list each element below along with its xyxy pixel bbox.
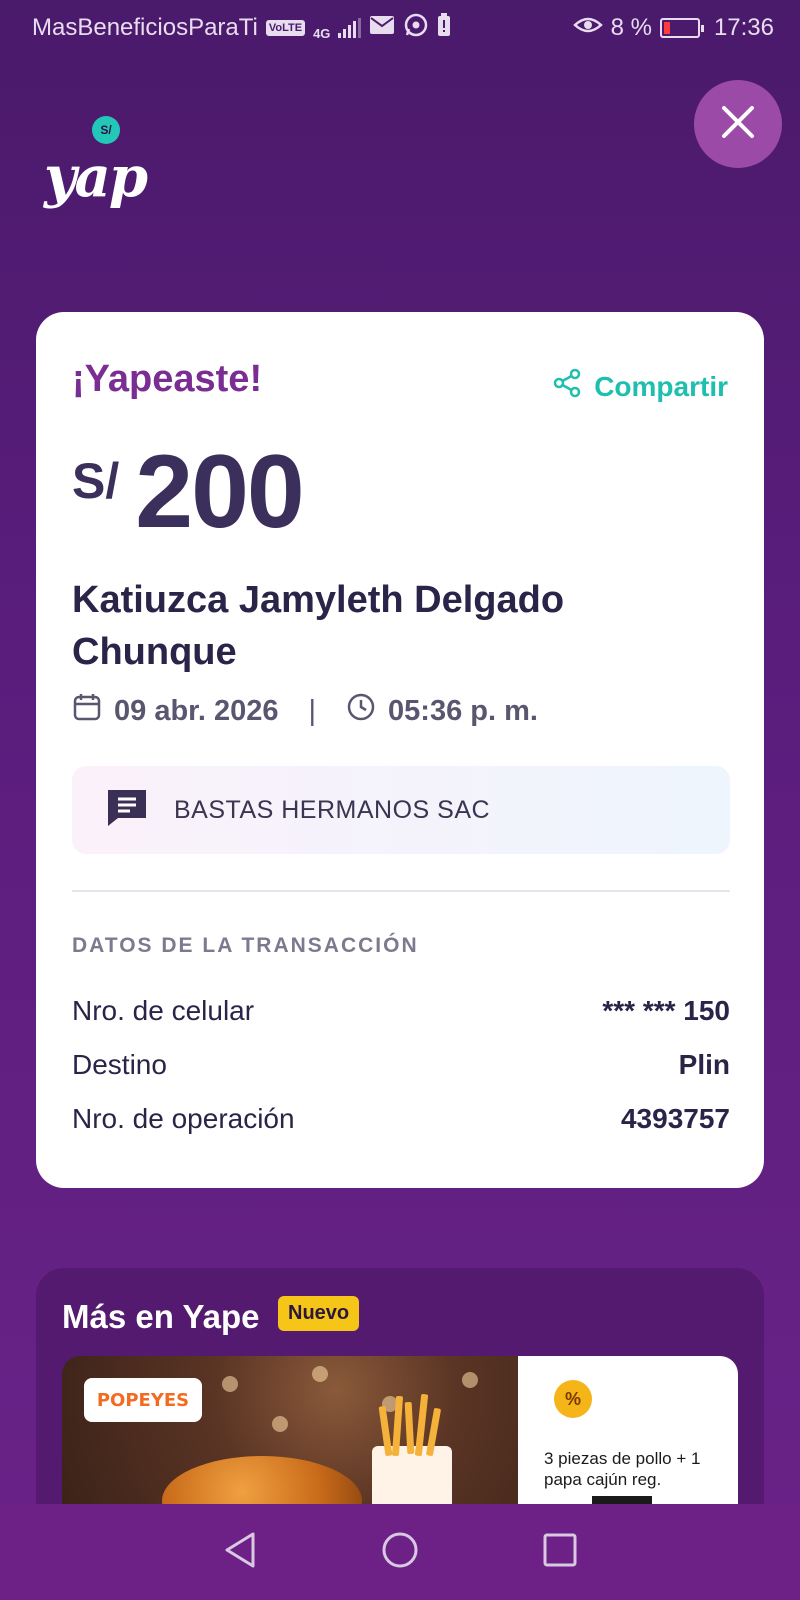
logo-bubble: S/ [92, 116, 120, 144]
recents-icon [543, 1533, 577, 1572]
merchant-box: BASTAS HERMANOS SAC [72, 766, 730, 854]
clock-icon [346, 692, 376, 730]
amount: S/ 200 [72, 434, 305, 550]
detail-label: Nro. de celular [72, 995, 255, 1026]
promo-info: % 3 piezas de pollo + 1 papa cajún reg. [518, 1356, 738, 1528]
detail-row: Nro. de operación 4393757 [72, 1092, 730, 1146]
new-badge: Nuevo [278, 1296, 360, 1331]
detail-value: *** *** 150 [602, 995, 730, 1026]
section-title: DATOS DE LA TRANSACCIÓN [72, 934, 419, 957]
divider [72, 890, 730, 892]
more-title: Más en Yape [62, 1298, 260, 1335]
discount-icon: % [554, 1380, 592, 1418]
close-icon [720, 104, 756, 145]
battery-icon [659, 18, 704, 38]
receipt-card: ¡Yapeaste! Compartir S/ 200 Katiuzca Jam… [36, 312, 764, 1188]
transaction-time: 05:36 p. m. [388, 694, 538, 727]
clock: 17:36 [713, 14, 774, 41]
detail-value: 4393757 [620, 1103, 730, 1134]
transaction-date: 09 abr. 2026 [114, 694, 279, 727]
signal-icon [338, 18, 362, 38]
transaction-datetime: 09 abr. 2026 | 05:36 p. m. [72, 692, 538, 730]
recipient-name: Katiuzca Jamyleth Delgado Chunque [72, 579, 565, 673]
back-button[interactable] [216, 1528, 264, 1576]
promo-image: POPEYES [62, 1356, 518, 1528]
home-button[interactable] [376, 1528, 424, 1576]
merchant-name: BASTAS HERMANOS SAC [174, 795, 491, 824]
carrier-name: MasBeneficiosParaTi [32, 14, 258, 41]
detail-row: Nro. de celular *** *** 150 [72, 984, 730, 1038]
status-left: MasBeneficiosParaTi VoLTE 4G [32, 12, 451, 45]
whatsapp-icon [403, 12, 429, 45]
status-bar: MasBeneficiosParaTi VoLTE 4G 8 % 17:36 [0, 0, 800, 56]
detail-label: Destino [72, 1049, 167, 1080]
receipt-title: ¡Yapeaste! [72, 358, 263, 400]
network-type: 4G [313, 25, 331, 41]
more-in-yape-section: Más en Yape Nuevo POPEYES % 3 piezas de … [36, 1268, 764, 1528]
transaction-details: Nro. de celular *** *** 150 Destino Plin… [72, 984, 730, 1146]
battery-percent: 8 % [610, 14, 652, 41]
battery-alert-icon [437, 12, 451, 44]
share-label: Compartir [594, 370, 728, 402]
amount-currency: S/ [72, 453, 120, 509]
popeyes-logo: POPEYES [84, 1378, 202, 1422]
datetime-separator: | [308, 694, 317, 727]
back-icon [223, 1531, 257, 1574]
receipt-icon [104, 788, 150, 833]
amount-value: 200 [135, 434, 305, 550]
share-button[interactable]: Compartir [552, 368, 728, 405]
promo-card[interactable]: POPEYES % 3 piezas de pollo + 1 papa caj… [62, 1356, 738, 1528]
yape-logo: S/ yap [44, 116, 154, 236]
navigation-bar [0, 1504, 800, 1600]
calendar-icon [72, 692, 102, 730]
close-button[interactable] [694, 80, 782, 168]
detail-row: Destino Plin [72, 1038, 730, 1092]
promo-text: 3 piezas de pollo + 1 papa cajún reg. [544, 1449, 701, 1489]
mail-icon [369, 14, 395, 42]
status-right: 8 % 17:36 [572, 14, 774, 42]
eye-comfort-icon [572, 14, 603, 42]
detail-value: Plin [678, 1049, 730, 1080]
home-icon [381, 1531, 419, 1574]
logo-text: yap [44, 144, 148, 210]
recents-button[interactable] [536, 1528, 584, 1576]
detail-label: Nro. de operación [72, 1103, 295, 1134]
share-icon [552, 368, 582, 405]
volte-icon: VoLTE [265, 20, 306, 36]
